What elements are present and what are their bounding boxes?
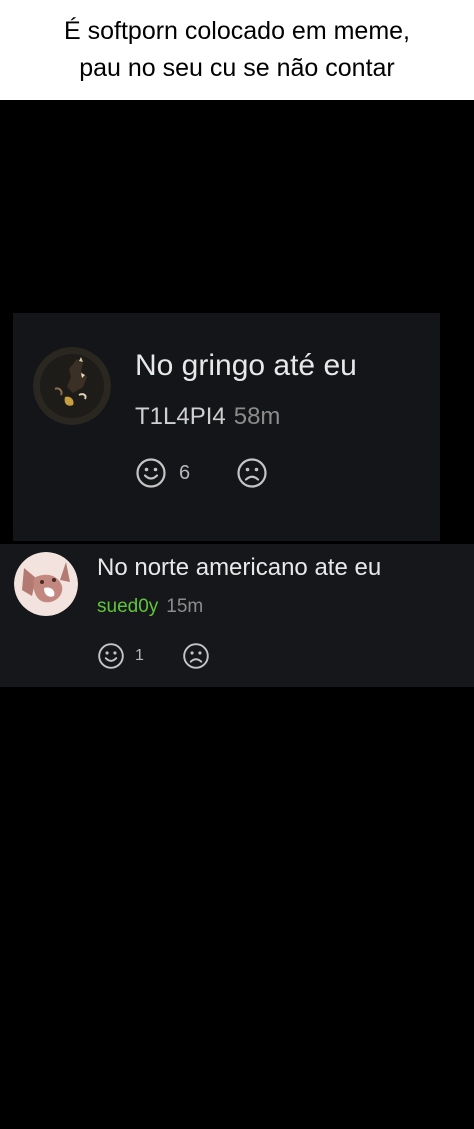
frown-icon (237, 458, 267, 488)
like-button[interactable]: 1 (97, 642, 144, 670)
dislike-button[interactable] (182, 642, 210, 670)
timestamp: 58m (233, 403, 281, 430)
like-button[interactable]: 6 (135, 457, 190, 489)
dislike-button[interactable] (236, 457, 268, 489)
reactions-bar: 1 (97, 642, 210, 670)
frown-icon (183, 643, 209, 669)
avatar-image (33, 347, 111, 425)
smile-icon (136, 458, 166, 488)
reactions-bar: 6 (135, 457, 268, 489)
like-count: 1 (135, 647, 144, 664)
avatar[interactable] (14, 552, 78, 616)
comment-card: No gringo até eu T1L4PI4 58m 6 (13, 313, 440, 541)
avatar-image (14, 552, 78, 616)
timestamp: 15m (166, 596, 204, 617)
comment-text: No gringo até eu (135, 349, 357, 382)
username-link[interactable]: T1L4PI4 (135, 403, 226, 430)
comment-meta: sued0y 15m (97, 596, 203, 618)
caption-line-2: pau no seu cu se não contar (79, 54, 395, 82)
username-link[interactable]: sued0y (97, 596, 158, 617)
caption-line-1: É softporn colocado em meme, (64, 17, 410, 45)
smile-icon (98, 643, 124, 669)
avatar[interactable] (33, 347, 111, 425)
meme-caption: É softporn colocado em meme, pau no seu … (0, 0, 474, 100)
comment-text: No norte americano ate eu (97, 554, 382, 581)
comment-card: No norte americano ate eu sued0y 15m 1 (0, 544, 474, 687)
comment-meta: T1L4PI4 58m (135, 403, 280, 431)
like-count: 6 (179, 461, 191, 484)
